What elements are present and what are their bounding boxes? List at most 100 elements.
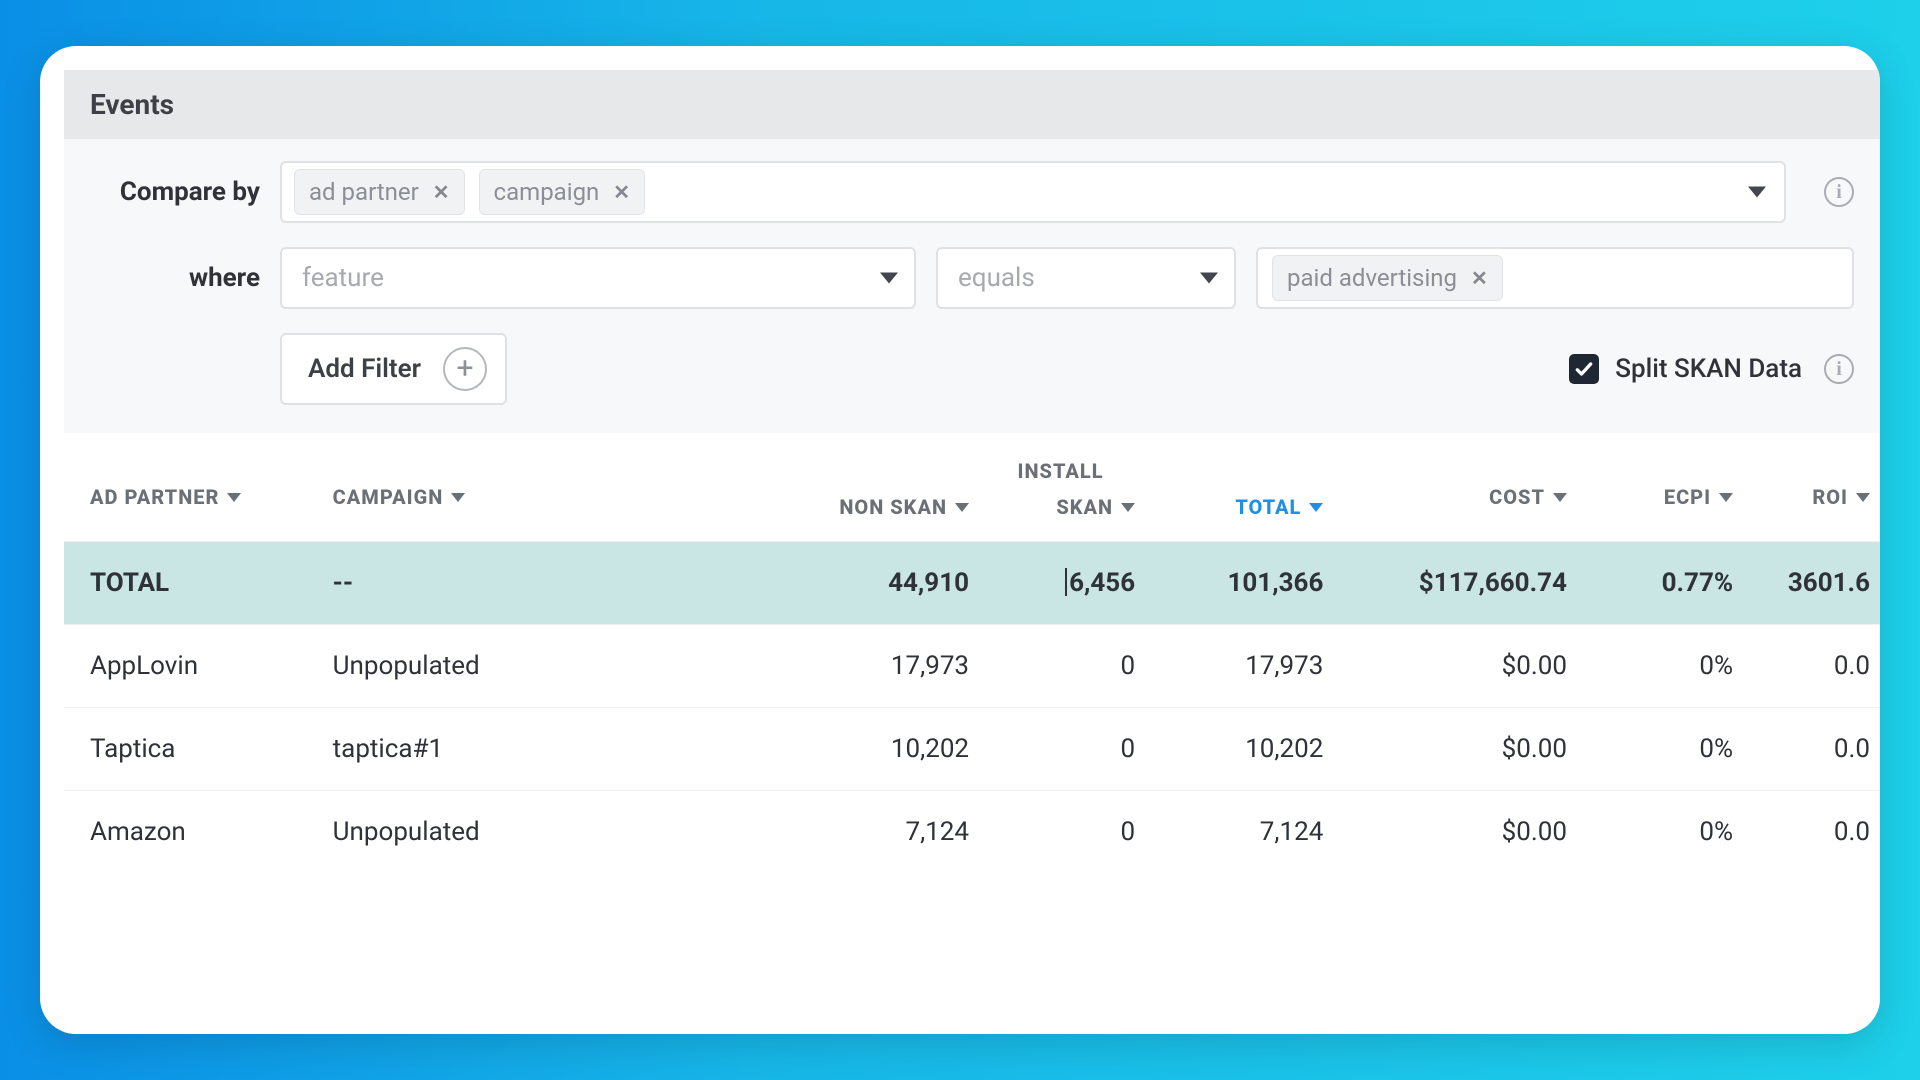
cell-ad-partner: Taptica bbox=[64, 708, 319, 791]
results-table: AD PARTNER CAMPAIGN INSTALL COST ECPI RO… bbox=[64, 433, 1880, 873]
select-placeholder: equals bbox=[958, 263, 1035, 293]
cell-roi: 3601.6 bbox=[1747, 542, 1880, 625]
cell-ad-partner: AppLovin bbox=[64, 625, 319, 708]
checkbox-checked-icon[interactable] bbox=[1569, 354, 1599, 384]
where-value-chip[interactable]: paid advertising ✕ bbox=[1272, 255, 1503, 301]
close-icon[interactable]: ✕ bbox=[1471, 268, 1488, 288]
split-skan-toggle[interactable]: Split SKAN Data i bbox=[1569, 354, 1854, 384]
where-operator-select[interactable]: equals bbox=[936, 247, 1236, 309]
cell-roi: 0.0 bbox=[1747, 625, 1880, 708]
chevron-down-icon bbox=[451, 493, 465, 502]
panel-title: Events bbox=[64, 70, 1880, 139]
compare-multiselect[interactable]: ad partner ✕ campaign ✕ bbox=[280, 161, 1786, 223]
col-total[interactable]: TOTAL bbox=[1235, 495, 1323, 519]
col-label: CAMPAIGN bbox=[333, 485, 444, 509]
app-card: Events Compare by ad partner ✕ campaign … bbox=[40, 46, 1880, 1034]
split-skan-label: Split SKAN Data bbox=[1615, 354, 1802, 384]
col-label: COST bbox=[1489, 485, 1545, 509]
text-cursor-icon bbox=[1065, 568, 1067, 596]
chevron-down-icon bbox=[227, 493, 241, 502]
chevron-down-icon bbox=[1200, 273, 1218, 284]
cell-ecpi: 0% bbox=[1581, 625, 1747, 708]
events-panel: Events Compare by ad partner ✕ campaign … bbox=[64, 70, 1880, 1034]
chip-label: campaign bbox=[494, 178, 600, 206]
where-label: where bbox=[90, 263, 260, 293]
cell-ecpi: 0% bbox=[1581, 708, 1747, 791]
compare-chip-ad-partner[interactable]: ad partner ✕ bbox=[294, 169, 465, 215]
select-placeholder: feature bbox=[302, 263, 384, 293]
cell-skan: 0 bbox=[983, 791, 1149, 874]
cell-campaign: Unpopulated bbox=[319, 625, 784, 708]
cell-total: 17,973 bbox=[1149, 625, 1337, 708]
col-non-skan[interactable]: NON SKAN bbox=[839, 495, 969, 519]
filters-area: Compare by ad partner ✕ campaign ✕ i whe… bbox=[64, 139, 1880, 415]
compare-label: Compare by bbox=[90, 177, 260, 207]
cell-campaign: taptica#1 bbox=[319, 708, 784, 791]
table-row[interactable]: AppLovinUnpopulated17,973017,973$0.000%0… bbox=[64, 625, 1880, 708]
col-label: INSTALL bbox=[1018, 459, 1104, 483]
col-label: NON SKAN bbox=[839, 495, 947, 519]
where-row: where feature equals paid advertising ✕ bbox=[90, 247, 1854, 309]
add-filter-label: Add Filter bbox=[308, 354, 421, 384]
cell-cost: $0.00 bbox=[1337, 625, 1581, 708]
add-filter-button[interactable]: Add Filter + bbox=[280, 333, 507, 405]
col-roi[interactable]: ROI bbox=[1812, 485, 1870, 509]
cell-roi: 0.0 bbox=[1747, 708, 1880, 791]
cell-non-skan: 17,973 bbox=[784, 625, 983, 708]
table-row[interactable]: AmazonUnpopulated7,12407,124$0.000%0.0 bbox=[64, 791, 1880, 874]
compare-chip-campaign[interactable]: campaign ✕ bbox=[479, 169, 646, 215]
where-feature-select[interactable]: feature bbox=[280, 247, 916, 309]
filter-actions-row: Add Filter + Split SKAN Data i bbox=[90, 333, 1854, 405]
cell-non-skan: 44,910 bbox=[784, 542, 983, 625]
chevron-down-icon bbox=[955, 503, 969, 512]
table-header: AD PARTNER CAMPAIGN INSTALL COST ECPI RO… bbox=[64, 433, 1880, 542]
table-row[interactable]: Tapticataptica#110,202010,202$0.000%0.0 bbox=[64, 708, 1880, 791]
cell-campaign: -- bbox=[319, 542, 784, 625]
col-campaign[interactable]: CAMPAIGN bbox=[333, 485, 466, 509]
cell-campaign: Unpopulated bbox=[319, 791, 784, 874]
chevron-down-icon bbox=[1309, 503, 1323, 512]
col-ad-partner[interactable]: AD PARTNER bbox=[90, 485, 241, 509]
table-row[interactable]: TOTAL--44,9106,456101,366$117,660.740.77… bbox=[64, 542, 1880, 625]
plus-icon: + bbox=[443, 347, 487, 391]
chevron-down-icon bbox=[1553, 493, 1567, 502]
cell-ad-partner: TOTAL bbox=[64, 542, 319, 625]
chip-label: paid advertising bbox=[1287, 264, 1457, 292]
cell-ecpi: 0.77% bbox=[1581, 542, 1747, 625]
where-value-input[interactable]: paid advertising ✕ bbox=[1256, 247, 1854, 309]
cell-total: 7,124 bbox=[1149, 791, 1337, 874]
table-body: TOTAL--44,9106,456101,366$117,660.740.77… bbox=[64, 542, 1880, 874]
cell-cost: $0.00 bbox=[1337, 708, 1581, 791]
col-label: ROI bbox=[1812, 485, 1848, 509]
chip-label: ad partner bbox=[309, 178, 419, 206]
info-icon[interactable]: i bbox=[1824, 354, 1854, 384]
cell-skan: 0 bbox=[983, 625, 1149, 708]
cell-roi: 0.0 bbox=[1747, 791, 1880, 874]
chevron-down-icon bbox=[1856, 493, 1870, 502]
results-table-wrap: AD PARTNER CAMPAIGN INSTALL COST ECPI RO… bbox=[64, 433, 1880, 1034]
cell-cost: $0.00 bbox=[1337, 791, 1581, 874]
col-label: SKAN bbox=[1056, 495, 1113, 519]
col-group-install: INSTALL bbox=[784, 433, 1338, 489]
col-label: ECPI bbox=[1664, 485, 1711, 509]
cell-non-skan: 7,124 bbox=[784, 791, 983, 874]
cell-non-skan: 10,202 bbox=[784, 708, 983, 791]
chevron-down-icon bbox=[880, 273, 898, 284]
chevron-down-icon bbox=[1121, 503, 1135, 512]
col-cost[interactable]: COST bbox=[1489, 485, 1567, 509]
close-icon[interactable]: ✕ bbox=[613, 182, 630, 202]
cell-skan: 0 bbox=[983, 708, 1149, 791]
cell-total: 101,366 bbox=[1149, 542, 1337, 625]
col-skan[interactable]: SKAN bbox=[1056, 495, 1135, 519]
chevron-down-icon bbox=[1719, 493, 1733, 502]
cell-cost: $117,660.74 bbox=[1337, 542, 1581, 625]
col-ecpi[interactable]: ECPI bbox=[1664, 485, 1733, 509]
close-icon[interactable]: ✕ bbox=[433, 182, 450, 202]
cell-ad-partner: Amazon bbox=[64, 791, 319, 874]
cell-total: 10,202 bbox=[1149, 708, 1337, 791]
col-label: AD PARTNER bbox=[90, 485, 219, 509]
chevron-down-icon[interactable] bbox=[1748, 183, 1766, 202]
cell-ecpi: 0% bbox=[1581, 791, 1747, 874]
info-icon[interactable]: i bbox=[1824, 177, 1854, 207]
col-label: TOTAL bbox=[1235, 495, 1301, 519]
